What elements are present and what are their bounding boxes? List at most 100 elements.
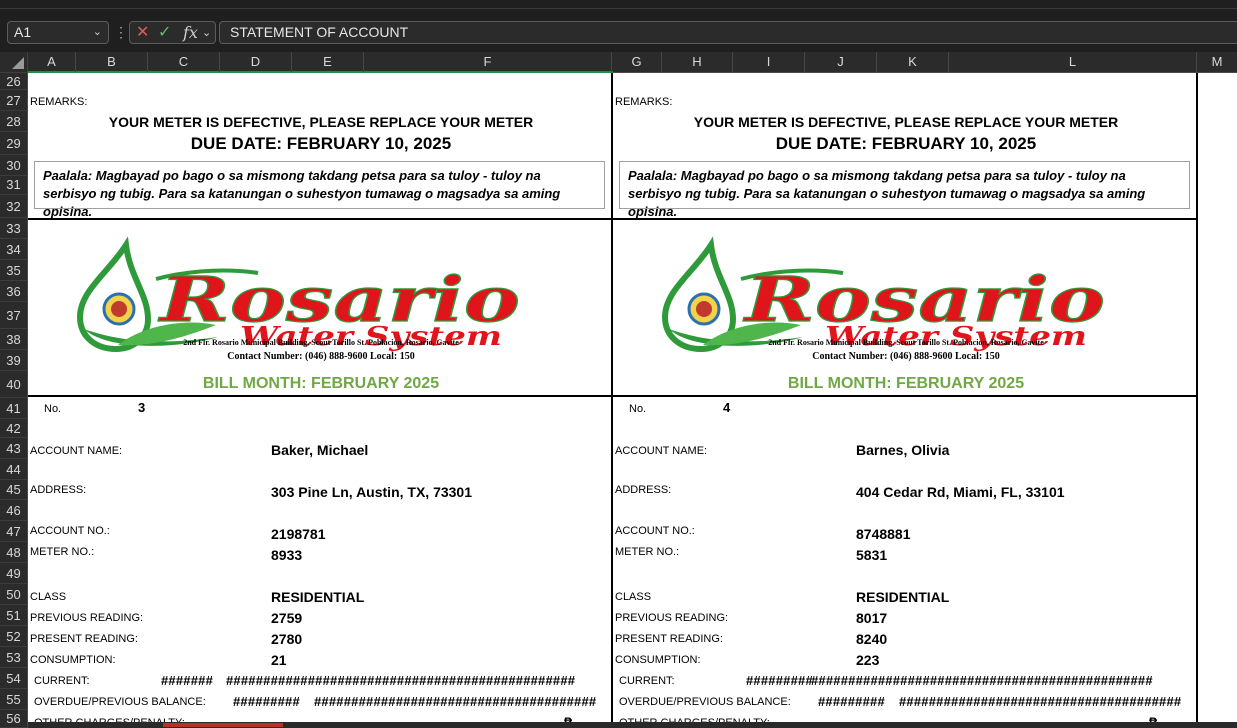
bill-card-2: REMARKS: YOUR METER IS DEFECTIVE, PLEASE… xyxy=(613,73,1199,728)
chevron-down-icon[interactable]: ⌄ xyxy=(202,23,211,43)
row-header-41[interactable]: 41 xyxy=(0,398,27,419)
row-header-38[interactable]: 38 xyxy=(0,329,27,350)
row-header-45[interactable]: 45 xyxy=(0,480,27,500)
meter-no-label: METER NO.: xyxy=(615,546,680,558)
payment-reminder-note: Paalala: Magbayad po bago o sa mismong t… xyxy=(619,161,1190,219)
row-header-36[interactable]: 36 xyxy=(0,281,27,302)
row-header-51[interactable]: 51 xyxy=(0,605,27,626)
row-header-52[interactable]: 52 xyxy=(0,626,27,647)
row-header-46[interactable]: 46 xyxy=(0,500,27,521)
consumption-label: CONSUMPTION: xyxy=(30,654,116,666)
column-header-l[interactable]: L xyxy=(949,52,1197,72)
previous-reading-label: PREVIOUS READING: xyxy=(615,612,729,624)
chevron-down-icon[interactable]: ⌄ xyxy=(93,22,102,43)
meter-no-value: 8933 xyxy=(271,547,303,563)
row-header-50[interactable]: 50 xyxy=(0,584,27,605)
meter-no-label: METER NO.: xyxy=(30,546,95,558)
present-reading-label: PRESENT READING: xyxy=(30,633,138,645)
present-reading-value: 2780 xyxy=(271,631,303,647)
class-value: RESIDENTIAL xyxy=(856,589,950,605)
row-header-32[interactable]: 32 xyxy=(0,195,27,218)
column-header-f[interactable]: F xyxy=(364,52,612,72)
bill-month: BILL MONTH: FEBRUARY 2025 xyxy=(787,375,1025,392)
row-header-31[interactable]: 31 xyxy=(0,174,27,195)
column-header-i[interactable]: I xyxy=(733,52,805,72)
consumption-value: 223 xyxy=(856,652,880,668)
row-header-29[interactable]: 29 xyxy=(0,132,27,155)
account-no-label: ACCOUNT NO.: xyxy=(30,525,110,537)
name-box[interactable]: A1 ⌄ xyxy=(7,21,109,44)
column-header-k[interactable]: K xyxy=(877,52,949,72)
due-date: DUE DATE: FEBRUARY 10, 2025 xyxy=(775,134,1037,153)
column-headers: ABCDEFGHIJKLM xyxy=(28,52,1237,73)
bill-card-1: REMARKS: YOUR METER IS DEFECTIVE, PLEASE… xyxy=(28,73,614,728)
row-header-49[interactable]: 49 xyxy=(0,563,27,584)
overdue-amount: ######### xyxy=(233,694,300,709)
row-header-53[interactable]: 53 xyxy=(0,647,27,668)
row-header-40[interactable]: 40 xyxy=(0,371,27,398)
worksheet-grid[interactable]: REMARKS: YOUR METER IS DEFECTIVE, PLEASE… xyxy=(28,73,1237,728)
formula-input[interactable]: STATEMENT OF ACCOUNT xyxy=(219,21,1237,44)
sheet-tab-accent xyxy=(163,723,283,727)
column-header-b[interactable]: B xyxy=(76,52,148,72)
previous-reading-label: PREVIOUS READING: xyxy=(30,612,144,624)
row-header-27[interactable]: 27 xyxy=(0,90,27,111)
row-header-37[interactable]: 37 xyxy=(0,302,27,329)
column-header-c[interactable]: C xyxy=(148,52,220,72)
insert-function-icon[interactable]: fx xyxy=(183,23,198,43)
account-name-value: Barnes, Olivia xyxy=(856,442,950,458)
row-header-26[interactable]: 26 xyxy=(0,73,27,90)
column-header-h[interactable]: H xyxy=(662,52,733,72)
check-icon[interactable]: ✓ xyxy=(158,23,171,43)
account-name-label: ACCOUNT NAME: xyxy=(30,445,123,457)
row-header-28[interactable]: 28 xyxy=(0,111,27,132)
remark-text: YOUR METER IS DEFECTIVE, PLEASE REPLACE … xyxy=(108,114,534,130)
row-header-55[interactable]: 55 xyxy=(0,689,27,710)
address-label: ADDRESS: xyxy=(30,484,87,496)
row-header-33[interactable]: 33 xyxy=(0,218,27,239)
column-header-a[interactable]: A xyxy=(28,52,76,72)
row-header-39[interactable]: 39 xyxy=(0,350,27,371)
row-header-48[interactable]: 48 xyxy=(0,542,27,563)
formula-actions: ✕ ✓ fx ⌄ xyxy=(129,21,216,44)
account-name-label: ACCOUNT NAME: xyxy=(615,445,708,457)
address-value: 303 Pine Ln, Austin, TX, 73301 xyxy=(271,484,472,500)
address-value: 404 Cedar Rd, Miami, FL, 33101 xyxy=(856,484,1065,500)
cancel-icon[interactable]: ✕ xyxy=(136,23,149,43)
column-header-j[interactable]: J xyxy=(805,52,877,72)
row-header-56[interactable]: 56 xyxy=(0,710,27,728)
ribbon-edge xyxy=(0,0,1237,10)
current-label: CURRENT: xyxy=(34,675,90,687)
row-header-35[interactable]: 35 xyxy=(0,260,27,281)
logo-subtitle: Water System xyxy=(825,322,1087,352)
class-label: CLASS xyxy=(615,591,652,603)
current-amount: ######### xyxy=(746,673,813,688)
logo-subtitle: Water System xyxy=(240,322,502,352)
overdue-label: OVERDUE/PREVIOUS BALANCE: xyxy=(34,696,206,708)
more-options-icon[interactable]: ⋮ xyxy=(114,22,128,42)
horizontal-scrollbar[interactable] xyxy=(28,722,1237,728)
number-value: 4 xyxy=(723,400,731,415)
column-header-d[interactable]: D xyxy=(220,52,292,72)
row-header-47[interactable]: 47 xyxy=(0,521,27,542)
column-header-e[interactable]: E xyxy=(292,52,364,72)
current-label: CURRENT: xyxy=(619,675,675,687)
number-label: No. xyxy=(44,403,62,415)
column-header-m[interactable]: M xyxy=(1197,52,1237,72)
overdue-total: ###################################### xyxy=(314,694,597,709)
row-header-30[interactable]: 30 xyxy=(0,155,27,176)
row-header-54[interactable]: 54 xyxy=(0,668,27,689)
row-header-44[interactable]: 44 xyxy=(0,459,27,480)
row-header-43[interactable]: 43 xyxy=(0,438,27,459)
select-all-button[interactable] xyxy=(0,52,28,73)
account-no-value: 8748881 xyxy=(856,526,911,542)
column-header-g[interactable]: G xyxy=(612,52,662,72)
row-header-42[interactable]: 42 xyxy=(0,419,27,438)
office-address: 2nd Flr. Rosario Municipal Building, Sco… xyxy=(768,338,1044,347)
account-no-value: 2198781 xyxy=(271,526,326,542)
current-amount: ####### xyxy=(161,673,214,688)
row-header-34[interactable]: 34 xyxy=(0,239,27,260)
number-label: No. xyxy=(629,403,647,415)
consumption-value: 21 xyxy=(271,652,287,668)
row-headers: 26 27 28 29 30 31 32 33 34 35 36 37 38 39 40 41 42 43 44 45… xyxy=(0,73,28,728)
